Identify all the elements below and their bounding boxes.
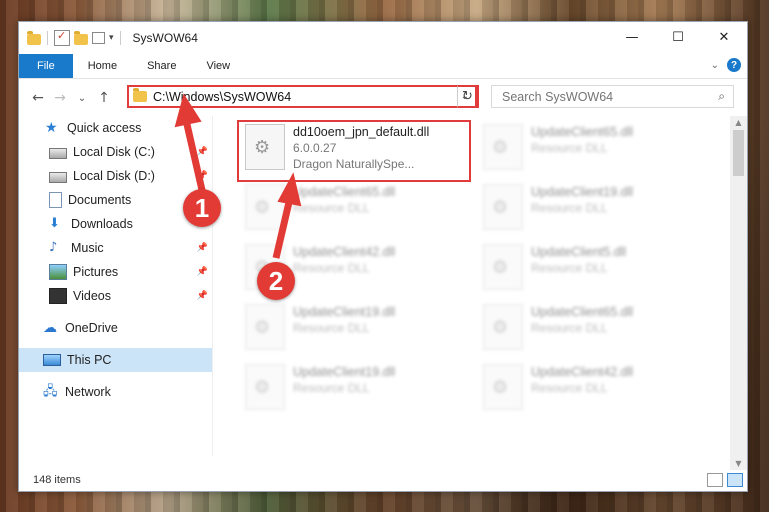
step-2-badge: 2 [257,262,295,300]
annotation-arrows [174,93,302,259]
arrow-1-shaft [182,119,206,191]
arrow-2-shaft [272,197,294,259]
arrow-2-head [277,172,302,207]
arrow-1-head [174,93,202,128]
step-1-badge: 1 [183,189,221,227]
